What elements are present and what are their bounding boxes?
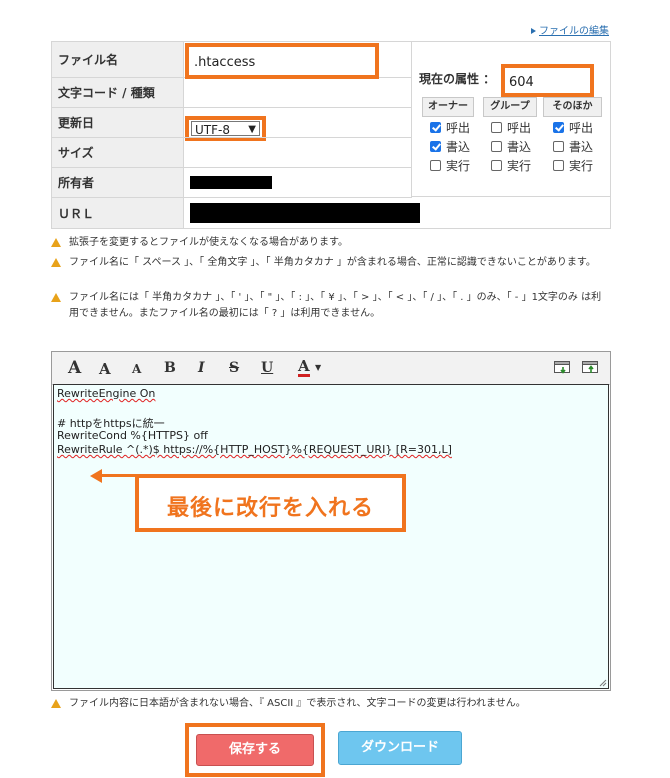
font-size-medium-button[interactable]: A <box>99 360 111 378</box>
warning-icon <box>51 238 61 247</box>
code-line-1-text: RewriteEngine On <box>57 387 156 400</box>
arrow-right-icon <box>531 28 536 34</box>
owner-button[interactable]: オーナー <box>422 97 474 117</box>
bold-button[interactable]: B <box>164 360 176 376</box>
edit-file-link[interactable]: ファイルの編集 <box>531 22 609 37</box>
permissions-input[interactable]: 604 <box>501 64 594 97</box>
encoding-label: 文字コード / 種類 <box>52 78 184 107</box>
owner-write-checkbox[interactable] <box>430 141 441 152</box>
export-icon[interactable] <box>582 361 598 375</box>
owner-read-checkbox[interactable] <box>430 122 441 133</box>
row-encoding: 文字コード / 種類 UTF-8 ▼ <box>52 78 412 141</box>
underline-button[interactable]: U <box>261 360 273 376</box>
callout-text: 最後に改行を入れる <box>166 496 374 521</box>
footer-note-text: ファイル内容に日本語が含まれない場合、『 ASCII 』で表示され、文字コードの… <box>69 698 526 709</box>
code-line-4: RewriteCond %{HTTPS} off <box>57 429 208 442</box>
permissions-panel: 現在の属性 ： 604 オーナー グループ そのほか 呼出 呼出 呼出 書込 書… <box>411 42 611 197</box>
font-size-large-button[interactable]: A <box>68 358 81 378</box>
group-button[interactable]: グループ <box>483 97 537 117</box>
warning-icon <box>51 293 61 302</box>
font-size-small-button[interactable]: A <box>132 362 141 376</box>
owner-write-label: 書込 <box>446 140 471 154</box>
others-read-label: 呼出 <box>569 121 594 135</box>
strikethrough-button[interactable]: S <box>229 360 239 376</box>
group-exec-checkbox[interactable] <box>491 160 502 171</box>
updated-label: 更新日 <box>52 108 184 137</box>
text-color-button[interactable]: A <box>298 359 310 377</box>
code-line-1: RewriteEngine On <box>57 387 155 400</box>
permissions-value: 604 <box>509 75 534 90</box>
callout-box: 最後に改行を入れる <box>135 474 406 532</box>
url-redacted <box>190 203 420 223</box>
code-line-5-text: RewriteRule ^(.*)$ https://%{HTTP_HOST}%… <box>57 443 452 456</box>
group-read-checkbox[interactable] <box>491 122 502 133</box>
owner-read-label: 呼出 <box>446 121 471 135</box>
updated-value <box>184 108 412 137</box>
owner-exec-label: 実行 <box>446 159 471 173</box>
url-label: ＵＲＬ <box>52 198 184 228</box>
group-write-label: 書込 <box>507 140 532 154</box>
callout-arrow-line <box>100 474 140 477</box>
edit-file-link-label: ファイルの編集 <box>539 26 609 37</box>
save-highlight: 保存する <box>185 723 325 777</box>
warning-text: 拡張子を変更するとファイルが使えなくなる場合があります。 <box>69 237 348 248</box>
file-info-table: ファイル名 .htaccess 文字コード / 種類 UTF-8 ▼ 更新日 サ… <box>51 41 611 229</box>
permissions-label: 現在の属性 ： <box>419 72 496 86</box>
editor-toolbar: A A A B I S U A ▼ <box>52 352 610 385</box>
size-label: サイズ <box>52 138 184 167</box>
download-button[interactable]: ダウンロード <box>338 731 462 765</box>
warning-icon <box>51 699 61 708</box>
warning-icon <box>51 258 61 267</box>
row-url: ＵＲＬ <box>52 198 610 228</box>
others-write-label: 書込 <box>569 140 594 154</box>
owner-exec-checkbox[interactable] <box>430 160 441 171</box>
resize-grip-icon[interactable] <box>598 678 607 687</box>
code-line-5: RewriteRule ^(.*)$ https://%{HTTP_HOST}%… <box>57 443 452 456</box>
filename-label: ファイル名 <box>52 42 184 77</box>
others-button[interactable]: そのほか <box>543 97 602 117</box>
italic-button[interactable]: I <box>198 360 205 376</box>
group-write-checkbox[interactable] <box>491 141 502 152</box>
group-read-label: 呼出 <box>507 121 532 135</box>
row-owner: 所有者 <box>52 168 412 198</box>
import-icon[interactable] <box>554 361 570 375</box>
code-textarea[interactable]: RewriteEngine On # httpをhttpsに統一 Rewrite… <box>53 384 609 689</box>
save-button[interactable]: 保存する <box>196 734 314 766</box>
warning-text: ファイル名には「 半角カタカナ 」、「 ' 」、「 " 」、「 : 」、「 ¥ … <box>69 292 602 319</box>
others-write-checkbox[interactable] <box>553 141 564 152</box>
warning-text: ファイル名に「 スペース 」、「 全角文字 」、「 半角カタカナ 」が含まれる場… <box>69 257 596 268</box>
others-exec-label: 実行 <box>569 159 594 173</box>
row-filename: ファイル名 .htaccess <box>52 42 412 79</box>
filename-input[interactable]: .htaccess <box>185 43 379 79</box>
chevron-down-icon: ▼ <box>315 363 322 372</box>
others-read-checkbox[interactable] <box>553 122 564 133</box>
group-exec-label: 実行 <box>507 159 532 173</box>
others-exec-checkbox[interactable] <box>553 160 564 171</box>
row-updated: 更新日 <box>52 108 412 138</box>
size-value <box>184 138 412 167</box>
row-size: サイズ <box>52 138 412 168</box>
owner-label: 所有者 <box>52 168 184 197</box>
owner-redacted <box>190 176 272 189</box>
filename-value: .htaccess <box>194 55 256 70</box>
